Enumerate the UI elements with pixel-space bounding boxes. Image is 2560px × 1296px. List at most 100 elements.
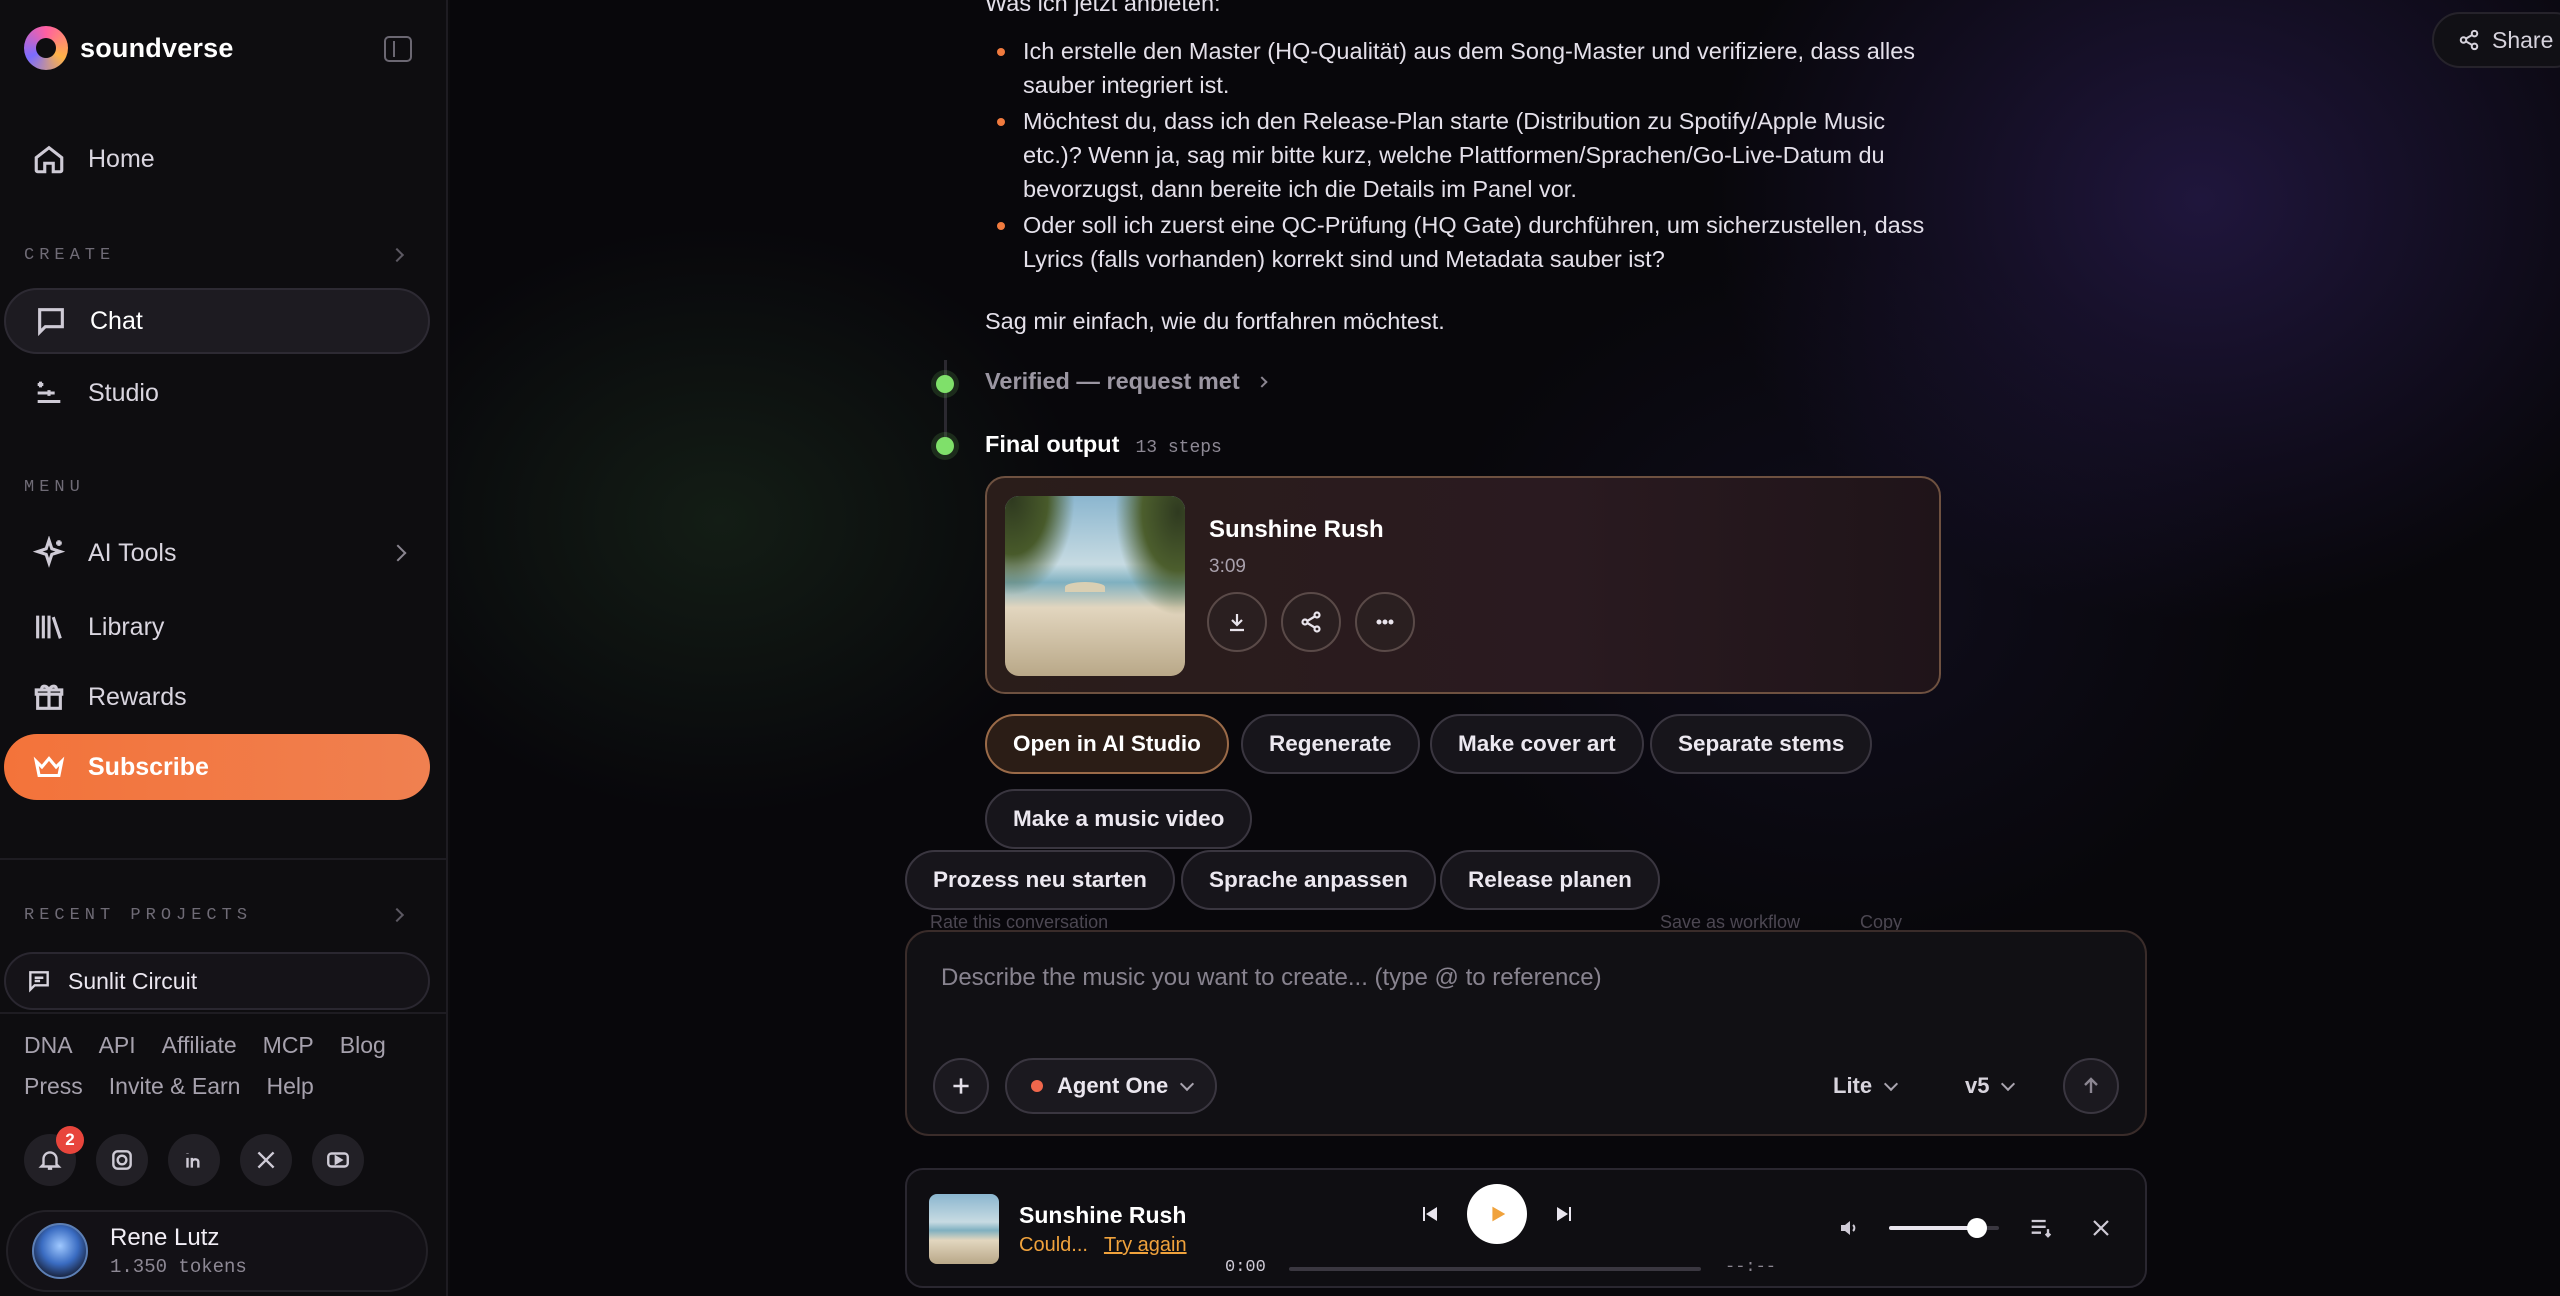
home-icon <box>34 145 64 174</box>
sidebar-item-studio[interactable]: Studio <box>4 360 430 426</box>
x-icon <box>257 1151 275 1169</box>
open-in-studio-button[interactable]: Open in AI Studio <box>985 714 1229 774</box>
share-icon <box>2459 29 2479 51</box>
queue-icon[interactable] <box>2027 1214 2055 1242</box>
sidebar-item-ai-tools[interactable]: AI Tools <box>4 520 430 586</box>
make-cover-art-button[interactable]: Make cover art <box>1430 714 1644 774</box>
chat-icon <box>29 971 49 993</box>
share-song-button[interactable] <box>1281 592 1341 652</box>
player-status: Could... Try again <box>1019 1234 1187 1257</box>
quality-selector[interactable]: Lite <box>1833 1058 1899 1114</box>
youtube-icon <box>327 1152 349 1168</box>
user-name: Rene Lutz <box>110 1224 220 1251</box>
chevron-right-icon[interactable] <box>389 907 405 923</box>
time-total: --:-- <box>1725 1258 1777 1277</box>
footer-link-blog[interactable]: Blog <box>340 1032 386 1059</box>
skip-back-icon[interactable] <box>1417 1202 1441 1226</box>
volume-knob[interactable] <box>1967 1218 1987 1238</box>
step-status-dot <box>936 375 954 393</box>
list-item: Möchtest du, dass ich den Release-Plan s… <box>985 104 1945 206</box>
more-options-button[interactable] <box>1355 592 1415 652</box>
sidebar: soundverse Home CREATE Chat Studio MENU … <box>0 0 448 1296</box>
library-icon <box>36 615 62 639</box>
final-output-label: Final output <box>985 431 1120 457</box>
notification-badge: 2 <box>56 1126 84 1154</box>
try-again-link[interactable]: Try again <box>1104 1234 1187 1257</box>
regenerate-button[interactable]: Regenerate <box>1241 714 1420 774</box>
chevron-right-icon[interactable] <box>389 247 405 263</box>
volume-icon[interactable] <box>1837 1216 1861 1240</box>
linkedin-link[interactable] <box>168 1134 220 1186</box>
recent-projects-label: RECENT PROJECTS <box>24 906 253 925</box>
sidebar-item-rewards[interactable]: Rewards <box>4 664 430 730</box>
final-output-steps: 13 steps <box>1135 438 1222 458</box>
soundverse-logo <box>24 26 68 70</box>
play-button[interactable] <box>1467 1184 1527 1244</box>
suggestion-release[interactable]: Release planen <box>1440 850 1660 910</box>
sidebar-item-home[interactable]: Home <box>4 126 430 192</box>
youtube-link[interactable] <box>312 1134 364 1186</box>
share-icon <box>1301 611 1321 633</box>
footer-link-affiliate[interactable]: Affiliate <box>162 1032 237 1059</box>
footer-link-help[interactable]: Help <box>266 1073 313 1100</box>
play-icon <box>1492 1206 1506 1222</box>
footer-link-api[interactable]: API <box>99 1032 136 1059</box>
footer-link-dna[interactable]: DNA <box>24 1032 73 1059</box>
chevron-right-icon <box>1256 375 1268 388</box>
step-verified[interactable]: Verified — request met <box>985 368 1268 395</box>
share-button[interactable]: Share <box>2432 12 2560 68</box>
message-bullets: Ich erstelle den Master (HQ-Qualität) au… <box>985 34 1945 278</box>
attach-button[interactable] <box>933 1058 989 1114</box>
instagram-link[interactable] <box>96 1134 148 1186</box>
download-icon <box>1230 614 1244 632</box>
list-item: Oder soll ich zuerst eine QC-Prüfung (HQ… <box>985 208 1945 276</box>
prompt-input[interactable] <box>941 958 2041 998</box>
sidebar-item-chat[interactable]: Chat <box>4 288 430 354</box>
close-icon[interactable] <box>2089 1216 2113 1240</box>
main-area: Share Was ich jetzt anbieten: Ich erstel… <box>450 0 2560 1296</box>
chevron-right-icon <box>389 544 407 562</box>
sidebar-item-label: Chat <box>90 306 143 335</box>
more-icon <box>1376 619 1394 625</box>
song-duration: 3:09 <box>1209 556 1246 577</box>
subscribe-button[interactable]: Subscribe <box>4 734 430 800</box>
user-profile[interactable]: Rene Lutz 1.350 tokens <box>6 1210 428 1292</box>
arrow-up-icon <box>2084 1077 2098 1093</box>
sidebar-collapse-icon[interactable] <box>384 36 412 62</box>
social-links: 2 <box>24 1126 364 1186</box>
audio-player: Sunshine Rush Could... Try again 0:00 --… <box>905 1168 2147 1288</box>
recent-project-label: Sunlit Circuit <box>68 967 198 994</box>
chat-icon <box>38 308 64 337</box>
sidebar-item-library[interactable]: Library <box>4 594 430 660</box>
quality-label: Lite <box>1833 1073 1873 1098</box>
song-title[interactable]: Sunshine Rush <box>1209 516 1384 544</box>
separate-stems-button[interactable]: Separate stems <box>1650 714 1873 774</box>
footer-link-invite[interactable]: Invite & Earn <box>109 1073 241 1100</box>
send-button[interactable] <box>2063 1058 2119 1114</box>
suggestion-language[interactable]: Sprache anpassen <box>1181 850 1436 910</box>
song-cover-image[interactable] <box>1005 496 1185 676</box>
download-button[interactable] <box>1207 592 1267 652</box>
suggestion-restart[interactable]: Prozess neu starten <box>905 850 1175 910</box>
make-music-video-button[interactable]: Make a music video <box>985 789 1253 849</box>
player-cover-image[interactable] <box>929 1194 999 1264</box>
notifications-button[interactable]: 2 <box>24 1126 84 1186</box>
footer-link-press[interactable]: Press <box>24 1073 83 1100</box>
skip-forward-icon[interactable] <box>1553 1202 1577 1226</box>
footer-link-mcp[interactable]: MCP <box>263 1032 314 1059</box>
composer: Agent One Lite v5 <box>905 930 2147 1136</box>
avatar <box>32 1223 88 1279</box>
agent-selector[interactable]: Agent One <box>1005 1058 1217 1114</box>
volume-slider[interactable] <box>1889 1218 1999 1238</box>
x-link[interactable] <box>240 1134 292 1186</box>
model-selector[interactable]: v5 <box>1965 1058 2016 1114</box>
progress-bar[interactable] <box>1289 1267 1701 1271</box>
recent-project-item[interactable]: Sunlit Circuit <box>4 952 430 1010</box>
subscribe-label: Subscribe <box>88 752 209 781</box>
sidebar-item-label: AI Tools <box>88 538 177 567</box>
step-status-dot <box>936 437 954 455</box>
player-title: Sunshine Rush <box>1019 1202 1187 1228</box>
final-output-header: Final output 13 steps <box>985 431 1222 458</box>
brand[interactable]: soundverse <box>24 26 234 70</box>
instagram-icon <box>112 1150 132 1170</box>
